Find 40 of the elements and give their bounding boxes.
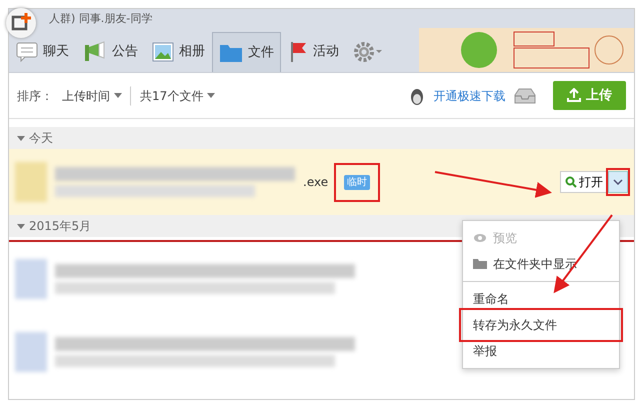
menu-item[interactable]: 举报	[463, 338, 619, 364]
tab[interactable]: 公告	[76, 32, 145, 72]
picture-icon	[152, 42, 174, 62]
file-extension: .exe	[303, 174, 328, 191]
caret-icon	[613, 179, 623, 185]
folder-icon	[473, 259, 487, 269]
search-icon	[565, 176, 577, 188]
file-thumbnail	[15, 258, 47, 298]
file-row[interactable]: .exe 临时 打开	[9, 149, 634, 215]
upload-icon	[567, 88, 582, 102]
megaphone-icon	[83, 41, 107, 63]
tray-icon	[513, 86, 538, 104]
caret-icon	[114, 93, 122, 98]
menu-item[interactable]: 转存为永久文件	[463, 312, 619, 338]
folder-icon	[219, 42, 243, 62]
sort-label: 排序：	[17, 88, 53, 104]
flag-icon	[288, 41, 308, 63]
gear-icon	[353, 41, 383, 63]
caret-icon	[17, 224, 25, 228]
tab[interactable]: 相册	[145, 32, 212, 72]
open-button[interactable]: 打开	[560, 171, 608, 193]
file-thumbnail	[15, 162, 47, 202]
eye-icon	[473, 233, 487, 243]
tab[interactable]: 活动	[281, 32, 346, 72]
file-thumbnail	[15, 332, 47, 372]
group-header[interactable]: 今天	[9, 127, 634, 149]
chat-icon	[16, 42, 38, 62]
file-count-dropdown[interactable]: 共17个文件	[139, 86, 216, 106]
dropdown-button[interactable]	[608, 171, 628, 193]
sort-dropdown[interactable]: 上传时间	[61, 86, 131, 106]
highlight-box	[334, 162, 380, 202]
speed-download-link[interactable]: 开通极速下载	[433, 86, 506, 104]
caret-icon	[207, 93, 216, 98]
menu-item[interactable]: 重命名	[463, 286, 619, 312]
temporary-tag: 临时	[344, 174, 370, 190]
tab[interactable]: 文件	[212, 32, 281, 72]
tab[interactable]: 聊天	[9, 32, 76, 72]
caret-icon	[17, 136, 25, 140]
window-title: 人群) 同事.朋友-同学	[49, 12, 152, 25]
highlight-box	[606, 168, 630, 196]
